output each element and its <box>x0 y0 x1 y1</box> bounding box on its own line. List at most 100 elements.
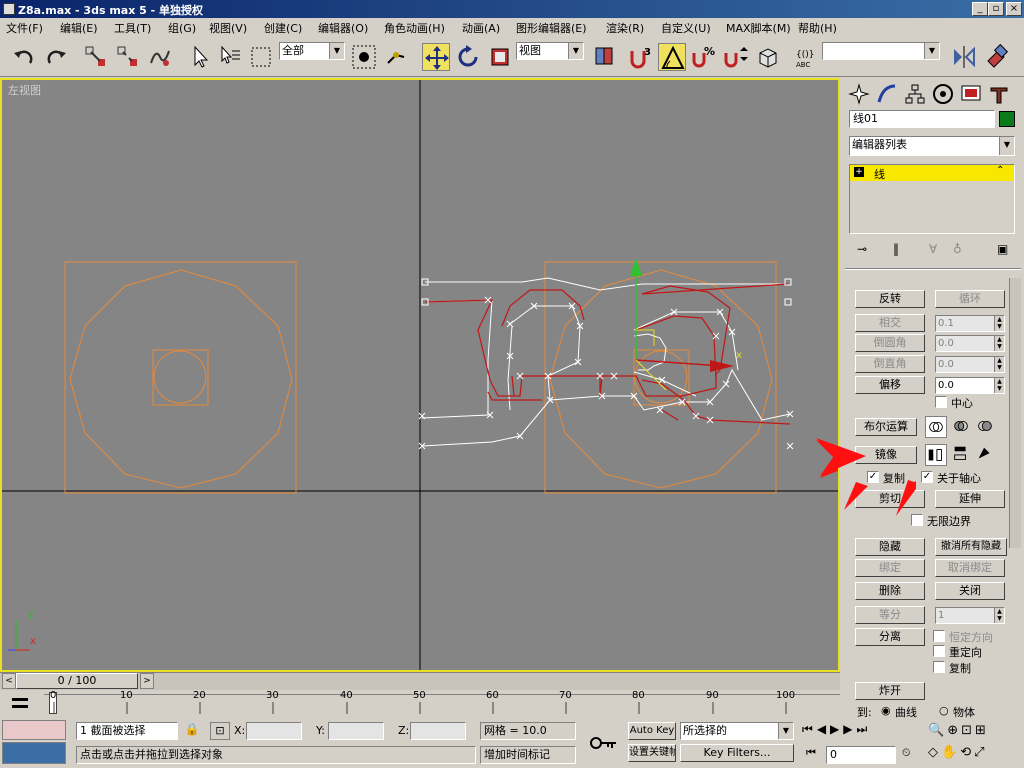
utilities-tab-icon[interactable] <box>987 82 1011 106</box>
time-slider-thumb[interactable]: 0 / 100 <box>16 673 138 689</box>
menu-character[interactable]: 角色动画(H) <box>384 20 445 36</box>
unlink-icon[interactable] <box>114 43 142 71</box>
time-prev-icon[interactable]: < <box>2 673 16 689</box>
create-tab-icon[interactable] <box>847 82 871 106</box>
go-to-start-icon[interactable]: ⏮ <box>802 722 817 736</box>
intersect-button[interactable]: 相交 <box>855 314 925 332</box>
align-icon[interactable] <box>982 43 1010 71</box>
y-coord-field[interactable] <box>328 722 384 740</box>
time-next-icon[interactable]: > <box>140 673 154 689</box>
expand-plus-icon[interactable]: + <box>854 167 864 177</box>
redo-icon[interactable] <box>42 43 70 71</box>
maximize-button[interactable]: ▫ <box>988 2 1004 16</box>
object-color-swatch[interactable] <box>999 111 1015 127</box>
object-name-field[interactable]: 线01 <box>849 110 995 128</box>
app-icon[interactable] <box>3 3 15 15</box>
zoom-extents-all-icon[interactable]: ⊞ <box>975 723 989 738</box>
track-bar[interactable]: 0 10 20 30 40 50 60 70 80 90 100 <box>0 690 840 718</box>
zoom-extents-icon[interactable]: ⊡ <box>961 723 975 738</box>
time-slider[interactable]: < 0 / 100 > <box>0 672 840 690</box>
minimize-button[interactable]: _ <box>972 2 988 16</box>
key-filters-button[interactable]: Key Filters... <box>680 744 794 762</box>
menu-file[interactable]: 文件(F) <box>6 20 43 36</box>
detach-button[interactable]: 分离 <box>855 628 925 646</box>
angle-snap-icon[interactable] <box>658 43 686 71</box>
mirror-vertical-icon[interactable] <box>951 444 973 466</box>
add-time-tag[interactable]: 增加时间标记 <box>480 746 576 764</box>
menu-edit[interactable]: 编辑(E) <box>60 20 98 36</box>
menu-animation[interactable]: 动画(A) <box>462 20 500 36</box>
fillet-button[interactable]: 倒圆角 <box>855 334 925 352</box>
time-configuration-icon[interactable]: ⏲ <box>902 746 920 764</box>
menu-modifiers[interactable]: 编辑器(O) <box>318 20 368 36</box>
menu-graph-editors[interactable]: 图形编辑器(E) <box>516 20 587 36</box>
mirror-icon[interactable] <box>950 43 978 71</box>
key-mode-icon[interactable]: ⏮ <box>806 746 822 764</box>
intersect-spinner[interactable]: 0.1 ▲ ▼ <box>935 315 1005 332</box>
boolean-subtract-icon[interactable] <box>951 416 973 438</box>
left-viewport[interactable]: 左视图 z x x <box>0 78 840 672</box>
modify-tab-icon[interactable] <box>875 82 899 106</box>
x-coord-field[interactable] <box>246 722 302 740</box>
zoom-icon[interactable]: 🔍 <box>928 723 947 738</box>
menu-create[interactable]: 创建(C) <box>264 20 302 36</box>
panel-scrollbar[interactable] <box>1009 278 1021 548</box>
remove-modifier-icon[interactable]: ♁ <box>953 242 962 256</box>
bind-button[interactable]: 绑定 <box>855 559 925 577</box>
menu-tools[interactable]: 工具(T) <box>114 20 151 36</box>
maximize-viewport-icon[interactable]: ⤢ <box>974 745 987 760</box>
menu-customize[interactable]: 自定义(U) <box>661 20 711 36</box>
explode-button[interactable]: 炸开 <box>855 682 925 700</box>
cycle-button[interactable]: 循环 <box>935 290 1005 308</box>
motion-tab-icon[interactable] <box>931 82 955 106</box>
play-icon[interactable]: ▶ <box>830 722 843 736</box>
zoom-all-icon[interactable]: ⊕ <box>947 723 961 738</box>
boolean-intersect-icon[interactable] <box>975 416 997 438</box>
unbind-button[interactable]: 取消绑定 <box>935 559 1005 577</box>
explode-splines-radio-icon[interactable]: ◉ <box>881 704 891 717</box>
extend-button[interactable]: 延伸 <box>935 490 1005 508</box>
menu-view[interactable]: 视图(V) <box>209 20 247 36</box>
select-object-icon[interactable] <box>186 43 214 71</box>
field-of-view-icon[interactable]: ◇ <box>928 745 941 760</box>
mirror-both-icon[interactable] <box>975 444 997 466</box>
undo-icon[interactable] <box>10 43 38 71</box>
mini-curve-editor-icon[interactable] <box>4 694 38 714</box>
menu-help[interactable]: 帮助(H) <box>798 20 837 36</box>
center-checkbox[interactable] <box>935 396 947 408</box>
select-scale-icon[interactable] <box>486 43 514 71</box>
boolean-union-icon[interactable] <box>925 416 947 438</box>
percent-snap-icon[interactable]: % <box>690 43 718 71</box>
make-unique-icon[interactable]: ∀ <box>929 242 937 256</box>
reference-coordinate-dropdown[interactable]: 视图 ▼ <box>516 42 584 60</box>
select-manipulate-icon[interactable] <box>382 43 410 71</box>
select-link-icon[interactable] <box>82 43 110 71</box>
fillet-spinner[interactable]: 0.0 ▲ ▼ <box>935 335 1005 352</box>
edit-named-selection-icon[interactable]: {()} ABC <box>792 43 820 71</box>
same-shape-checkbox[interactable] <box>933 630 945 642</box>
select-move-icon[interactable] <box>422 43 450 71</box>
set-key-button[interactable]: 设置关键帧 <box>628 744 676 762</box>
selection-filter-dropdown[interactable]: 全部 ▼ <box>279 42 345 60</box>
stack-item-line[interactable]: + 线 ⌃ <box>850 165 1014 181</box>
offset-button[interactable]: 偏移 <box>855 376 925 394</box>
divide-button[interactable]: 等分 <box>855 606 925 624</box>
window-crossing-icon[interactable] <box>350 43 378 71</box>
auto-key-button[interactable]: Auto Key <box>628 722 676 740</box>
divide-spinner[interactable]: 1 ▲ ▼ <box>935 607 1005 624</box>
pin-stack-icon[interactable]: ⊸ <box>857 242 867 256</box>
reorient-checkbox[interactable] <box>933 645 945 657</box>
next-frame-icon[interactable]: ▶ <box>843 722 856 736</box>
display-tab-icon[interactable] <box>959 82 983 106</box>
lock-selection-icon[interactable]: 🔒 <box>182 722 202 740</box>
maxscript-listener-blue[interactable] <box>2 742 66 764</box>
offset-spinner[interactable]: 0.0 ▲ ▼ <box>935 377 1005 394</box>
close-button[interactable]: × <box>1006 2 1022 16</box>
select-rotate-icon[interactable] <box>454 43 482 71</box>
named-selection-dropdown[interactable]: ▼ <box>822 42 940 60</box>
named-selection-sets-icon[interactable] <box>754 43 782 71</box>
hide-button[interactable]: 隐藏 <box>855 538 925 556</box>
hierarchy-tab-icon[interactable] <box>903 82 927 106</box>
modifier-list-dropdown[interactable]: 编辑器列表 ▼ <box>849 136 1015 156</box>
bind-space-warp-icon[interactable] <box>146 43 174 71</box>
